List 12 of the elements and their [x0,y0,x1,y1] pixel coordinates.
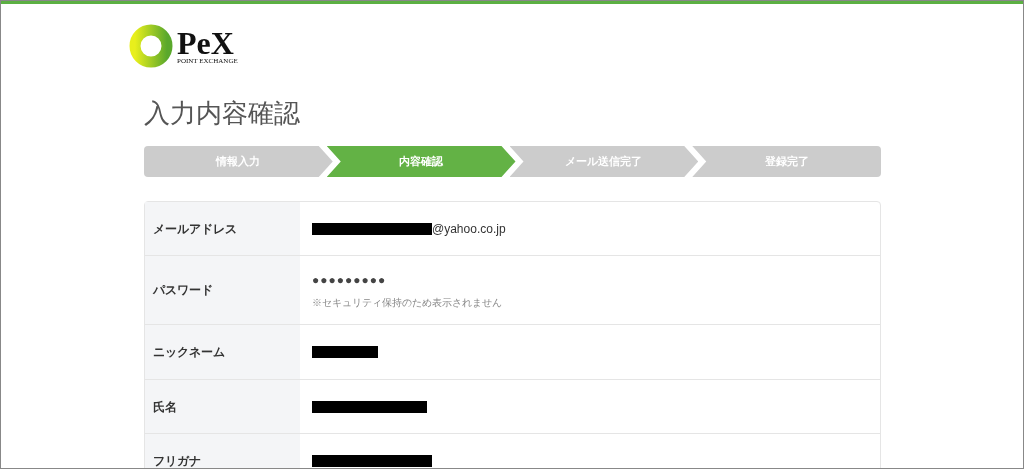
field-label: ニックネーム [145,325,300,379]
logo-text: PeX [177,27,234,58]
field-label: フリガナ [145,434,300,468]
logo-ring-icon [129,24,173,68]
field-label: 氏名 [145,380,300,433]
masked-password: ●●●●●●●●● [312,271,388,289]
page-title: 入力内容確認 [144,97,301,130]
redaction-bar [312,346,378,358]
field-label: メールアドレス [145,202,300,255]
field-note: ※セキュリティ保持のため表示されません [312,295,503,310]
field-value: @yahoo.co.jp [432,220,506,238]
field-label: パスワード [145,256,300,324]
